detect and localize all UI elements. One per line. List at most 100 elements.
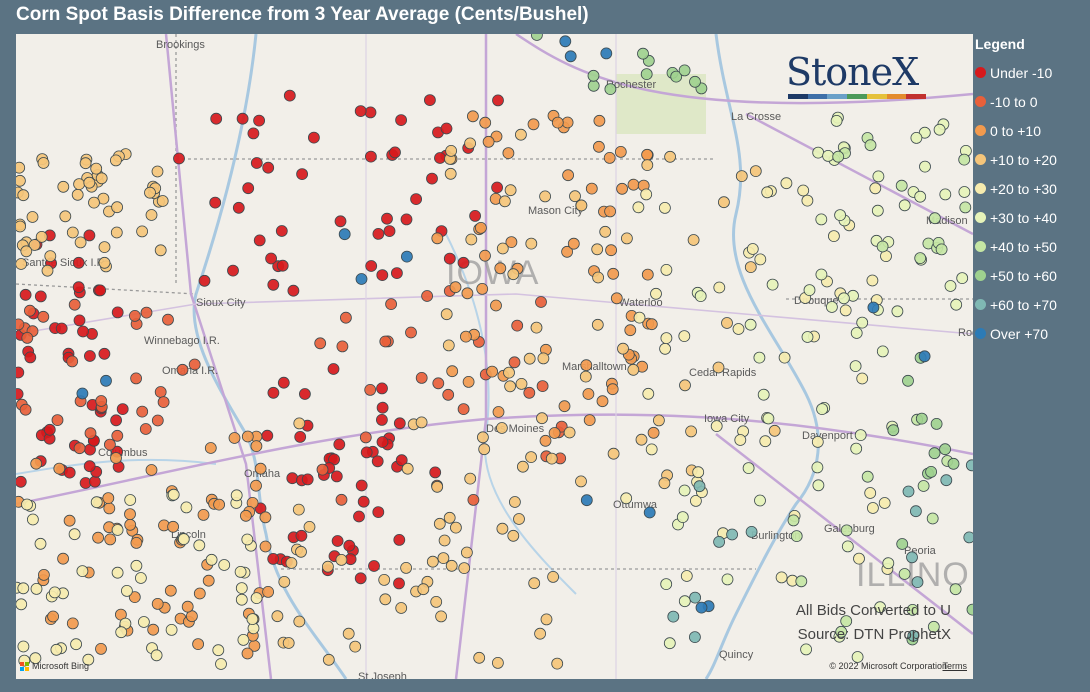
bid-dot[interactable] bbox=[930, 417, 943, 430]
bid-dot[interactable] bbox=[647, 426, 660, 439]
bid-dot[interactable] bbox=[607, 447, 620, 460]
bid-dot[interactable] bbox=[692, 466, 705, 479]
bid-dot[interactable] bbox=[138, 616, 150, 628]
bid-dot[interactable] bbox=[811, 461, 824, 474]
bid-dot[interactable] bbox=[516, 460, 529, 473]
bid-dot[interactable] bbox=[47, 610, 59, 623]
bid-dot[interactable] bbox=[754, 494, 766, 507]
bid-dot[interactable] bbox=[44, 250, 57, 263]
bid-dot[interactable] bbox=[676, 511, 689, 524]
bid-dot[interactable] bbox=[432, 377, 445, 390]
bid-dot[interactable] bbox=[713, 535, 725, 548]
bid-dot[interactable] bbox=[339, 311, 352, 324]
bid-dot[interactable] bbox=[275, 225, 288, 237]
bid-dot[interactable] bbox=[77, 325, 89, 338]
bid-dot[interactable] bbox=[74, 236, 87, 249]
bid-dot[interactable] bbox=[254, 462, 267, 475]
bid-dot[interactable] bbox=[241, 533, 254, 546]
bid-dot[interactable] bbox=[124, 494, 137, 506]
bid-dot[interactable] bbox=[780, 177, 793, 190]
bid-dot[interactable] bbox=[474, 221, 487, 234]
bid-dot[interactable] bbox=[63, 514, 76, 527]
bid-dot[interactable] bbox=[464, 472, 477, 485]
bid-dot[interactable] bbox=[591, 243, 604, 256]
bid-dot[interactable] bbox=[914, 252, 927, 265]
bid-dot[interactable] bbox=[204, 442, 217, 454]
bid-dot[interactable] bbox=[355, 479, 368, 492]
bid-dot[interactable] bbox=[815, 213, 828, 226]
bid-dot[interactable] bbox=[641, 268, 654, 281]
bid-dot[interactable] bbox=[276, 259, 289, 272]
bid-dot[interactable] bbox=[898, 199, 911, 212]
bid-dot[interactable] bbox=[294, 430, 307, 443]
bid-dot[interactable] bbox=[958, 153, 971, 166]
bid-dot[interactable] bbox=[443, 511, 456, 524]
bid-dot[interactable] bbox=[430, 596, 443, 608]
bid-dot[interactable] bbox=[444, 167, 457, 180]
bid-dot[interactable] bbox=[400, 562, 413, 574]
bid-dot[interactable] bbox=[41, 264, 54, 277]
bid-dot[interactable] bbox=[797, 184, 810, 197]
bid-dot[interactable] bbox=[130, 559, 143, 572]
bid-dot[interactable] bbox=[582, 388, 595, 400]
bid-dot[interactable] bbox=[476, 282, 489, 295]
bid-dot[interactable] bbox=[585, 182, 598, 195]
bid-dot[interactable] bbox=[768, 424, 781, 437]
bid-dot[interactable] bbox=[395, 114, 408, 126]
bid-dot[interactable] bbox=[710, 420, 723, 433]
bid-dot[interactable] bbox=[850, 442, 863, 455]
bid-dot[interactable] bbox=[749, 165, 762, 178]
bid-dot[interactable] bbox=[606, 383, 619, 396]
bid-dot[interactable] bbox=[641, 148, 653, 161]
bid-dot[interactable] bbox=[246, 613, 259, 625]
bid-dot[interactable] bbox=[530, 321, 543, 334]
bid-dot[interactable] bbox=[689, 591, 701, 604]
bid-dot[interactable] bbox=[19, 403, 32, 416]
bid-dot[interactable] bbox=[253, 234, 266, 247]
bid-dot[interactable] bbox=[365, 260, 378, 272]
bid-dot[interactable] bbox=[944, 280, 957, 292]
bid-dot[interactable] bbox=[165, 624, 178, 636]
bid-dot[interactable] bbox=[88, 196, 100, 209]
bid-dot[interactable] bbox=[79, 157, 92, 170]
bid-dot[interactable] bbox=[853, 552, 865, 565]
bid-dot[interactable] bbox=[63, 466, 76, 479]
bid-dot[interactable] bbox=[762, 412, 775, 425]
bid-dot[interactable] bbox=[218, 559, 231, 571]
bid-dot[interactable] bbox=[603, 152, 616, 164]
bid-dot[interactable] bbox=[295, 529, 308, 542]
bid-dot[interactable] bbox=[34, 537, 47, 550]
bid-dot[interactable] bbox=[939, 443, 951, 456]
bid-dot[interactable] bbox=[812, 479, 825, 492]
bid-dot[interactable] bbox=[354, 105, 367, 117]
bid-dot[interactable] bbox=[372, 227, 385, 240]
bid-dot[interactable] bbox=[678, 484, 691, 497]
bid-dot[interactable] bbox=[891, 305, 904, 318]
bid-dot[interactable] bbox=[462, 375, 475, 388]
bid-dot[interactable] bbox=[766, 278, 779, 291]
bid-dot[interactable] bbox=[915, 412, 928, 425]
bid-dot[interactable] bbox=[253, 114, 266, 127]
bid-dot[interactable] bbox=[803, 284, 816, 297]
bid-dot[interactable] bbox=[531, 34, 543, 41]
bid-dot[interactable] bbox=[935, 243, 948, 256]
bid-dot[interactable] bbox=[292, 503, 305, 516]
bid-dot[interactable] bbox=[575, 199, 588, 212]
bid-dot[interactable] bbox=[633, 311, 646, 324]
bid-dot[interactable] bbox=[838, 292, 850, 305]
bid-dot[interactable] bbox=[872, 170, 885, 183]
bid-dot[interactable] bbox=[400, 213, 413, 226]
bid-dot[interactable] bbox=[342, 627, 355, 640]
bid-dot[interactable] bbox=[466, 110, 479, 123]
bid-dot[interactable] bbox=[375, 413, 388, 426]
bid-dot[interactable] bbox=[37, 157, 50, 169]
bid-dot[interactable] bbox=[68, 528, 81, 541]
bid-dot[interactable] bbox=[866, 274, 879, 287]
bid-dot[interactable] bbox=[914, 190, 927, 203]
bid-dot[interactable] bbox=[193, 587, 206, 600]
bid-dot[interactable] bbox=[614, 146, 627, 158]
bid-dot[interactable] bbox=[124, 508, 136, 521]
bid-dot[interactable] bbox=[616, 182, 628, 195]
bid-dot[interactable] bbox=[21, 498, 33, 511]
bid-dot[interactable] bbox=[84, 427, 97, 440]
